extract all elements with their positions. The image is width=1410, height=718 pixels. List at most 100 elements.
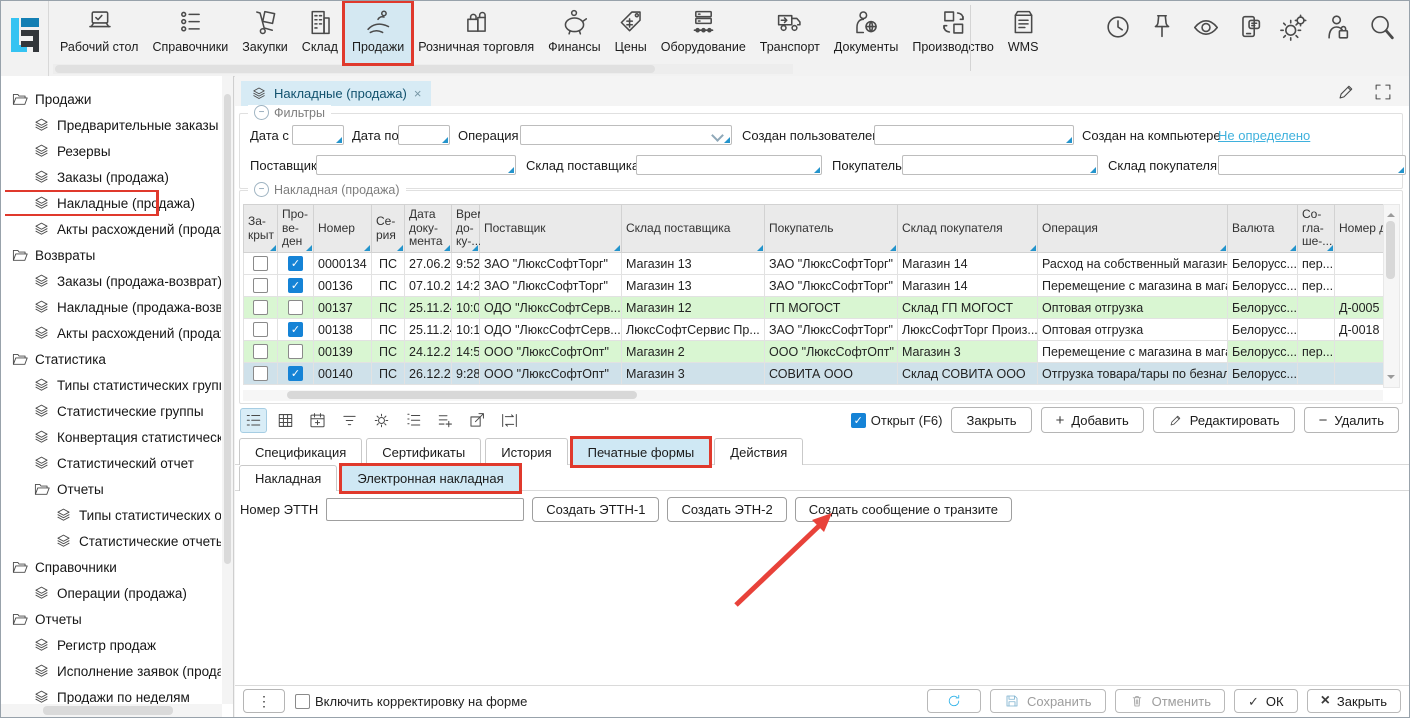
cell-time[interactable]: 9:52 <box>452 253 480 275</box>
sidebar-item[interactable]: Возвраты <box>5 242 221 268</box>
cell-time[interactable]: 14:26 <box>452 275 480 297</box>
cell-supplier-store[interactable]: Магазин 2 <box>622 341 765 363</box>
sidebar-item[interactable]: Продажи по неделям <box>5 684 221 704</box>
buyer-input[interactable] <box>902 155 1098 175</box>
sidebar-item[interactable]: Накладные (продажа) <box>5 190 221 216</box>
cell-time[interactable]: 10:03 <box>452 297 480 319</box>
cell-buyer-store[interactable]: Магазин 14 <box>898 253 1038 275</box>
sidebar-item[interactable]: Регистр продаж <box>5 632 221 658</box>
create-transit-message-button[interactable]: Создать сообщение о транзите <box>795 497 1012 522</box>
cell-contract-number[interactable] <box>1335 341 1384 363</box>
column-header[interactable]: Склад покупателя <box>898 205 1038 253</box>
scroll-down-icon[interactable] <box>1387 375 1395 383</box>
edit-pencil-icon[interactable] <box>1336 82 1356 102</box>
table-row[interactable]: 0000134 ПС 27.06.24 9:52 ЗАО "ЛюксСофтТо… <box>244 253 1384 275</box>
posted-checkbox[interactable] <box>288 300 303 315</box>
clock-icon[interactable] <box>1103 12 1133 42</box>
table-horizontal-scrollbar[interactable] <box>243 390 1383 401</box>
cell-currency[interactable]: Белорусс... <box>1228 253 1298 275</box>
cell-series[interactable]: ПС <box>372 253 405 275</box>
sidebar-item[interactable]: Типы статистических групп <box>5 372 221 398</box>
column-header[interactable]: Покупатель <box>765 205 898 253</box>
cell-agreement[interactable]: пер... <box>1298 275 1335 297</box>
cell-series[interactable]: ПС <box>372 341 405 363</box>
ribbon-scrollbar[interactable] <box>53 64 793 74</box>
save-button[interactable]: Сохранить <box>990 689 1106 713</box>
collapse-icon[interactable] <box>254 105 269 120</box>
sidebar-item[interactable]: Статистический отчет <box>5 450 221 476</box>
refresh-button[interactable] <box>927 689 981 713</box>
cell-buyer-store[interactable]: Склад ГП МОГОСТ <box>898 297 1038 319</box>
sidebar-item[interactable]: Продажи <box>5 86 221 112</box>
ribbon-tab-production[interactable]: Производство <box>905 3 1001 63</box>
posted-checkbox[interactable] <box>288 322 303 337</box>
cell-buyer-store[interactable]: Склад СОВИТА ООО <box>898 363 1038 385</box>
sidebar-item[interactable]: Статистические отчеты <box>5 528 221 554</box>
cell-operation[interactable]: Перемещение с магазина в мага... <box>1038 341 1228 363</box>
cell-number[interactable]: 00139 <box>314 341 372 363</box>
cell-agreement[interactable] <box>1298 297 1335 319</box>
cell-operation[interactable]: Оптовая отгрузка <box>1038 319 1228 341</box>
cell-agreement[interactable]: пер... <box>1298 253 1335 275</box>
cell-supplier[interactable]: ООО "ЛюксСофтОпт" <box>480 363 622 385</box>
settings-icon[interactable] <box>368 408 395 433</box>
ribbon-tab-prices[interactable]: Цены <box>608 3 654 63</box>
edit-button[interactable]: Редактировать <box>1153 407 1295 433</box>
column-header[interactable]: Со- гла- ше-... <box>1298 205 1335 253</box>
column-header[interactable]: Про- ве- ден <box>278 205 314 253</box>
numbered-list-icon[interactable] <box>400 408 427 433</box>
column-header[interactable]: Склад поставщика <box>622 205 765 253</box>
cell-currency[interactable]: Белорусс... <box>1228 341 1298 363</box>
print-subtab[interactable]: Накладная <box>239 465 337 491</box>
cell-buyer[interactable]: СОВИТА ООО <box>765 363 898 385</box>
close-form-button[interactable]: Закрыть <box>1307 689 1401 713</box>
sidebar-item[interactable]: Накладные (продажа-возврат) <box>5 294 221 320</box>
closed-checkbox[interactable] <box>253 300 268 315</box>
column-header[interactable]: Поставщик <box>480 205 622 253</box>
ribbon-tab-finance[interactable]: Финансы <box>541 3 607 63</box>
app-logo-icon[interactable] <box>8 15 44 57</box>
cell-number[interactable]: 00140 <box>314 363 372 385</box>
cell-supplier-store[interactable]: Магазин 3 <box>622 363 765 385</box>
sidebar-item[interactable]: Отчеты <box>5 476 221 502</box>
cell-supplier-store[interactable]: ЛюксСофтСервис Пр... <box>622 319 765 341</box>
cell-buyer-store[interactable]: Магазин 3 <box>898 341 1038 363</box>
document-tab-invoices[interactable]: Накладные (продажа) <box>241 81 431 106</box>
column-header[interactable]: Врем до- ку-... <box>452 205 480 253</box>
ok-button[interactable]: ОК <box>1234 689 1298 713</box>
ribbon-tab-transport[interactable]: Транспорт <box>753 3 827 63</box>
closed-checkbox[interactable] <box>253 256 268 271</box>
scrollbar-thumb[interactable] <box>43 706 173 715</box>
cell-buyer[interactable]: ГП МОГОСТ <box>765 297 898 319</box>
column-header[interactable]: Се- рия <box>372 205 405 253</box>
open-in-window-icon[interactable] <box>464 408 491 433</box>
created-on-link[interactable]: Не определено <box>1218 125 1310 147</box>
table-vertical-scrollbar[interactable] <box>1383 204 1400 388</box>
sidebar-item[interactable]: Акты расхождений (продажа-возврат) <box>5 320 221 346</box>
detail-tab[interactable]: Сертификаты <box>366 438 481 465</box>
scrollbar-thumb[interactable] <box>287 391 637 399</box>
close-icon[interactable] <box>414 86 422 101</box>
cell-date[interactable]: 26.12.24 <box>405 363 452 385</box>
list-view-icon[interactable] <box>240 408 267 433</box>
open-f6-checkbox[interactable]: Открыт (F6) <box>851 413 943 428</box>
cell-contract-number[interactable] <box>1335 275 1384 297</box>
posted-checkbox[interactable] <box>288 278 303 293</box>
cell-date[interactable]: 25.11.24 <box>405 297 452 319</box>
sidebar-item[interactable]: Операции (продажа) <box>5 580 221 606</box>
cell-series[interactable]: ПС <box>372 297 405 319</box>
cell-agreement[interactable] <box>1298 363 1335 385</box>
operation-select[interactable] <box>520 125 732 145</box>
table-row[interactable]: 00140 ПС 26.12.24 9:28 ООО "ЛюксСофтОпт"… <box>244 363 1384 385</box>
cell-supplier[interactable]: ОДО "ЛюксСофтСерв... <box>480 297 622 319</box>
cell-buyer-store[interactable]: Магазин 14 <box>898 275 1038 297</box>
sidebar-vertical-scrollbar[interactable] <box>222 76 233 704</box>
detail-tab[interactable]: История <box>485 438 567 465</box>
detail-tab[interactable]: Печатные формы <box>572 438 711 465</box>
cell-date[interactable]: 07.10.24 <box>405 275 452 297</box>
cell-contract-number[interactable]: Д-0018 <box>1335 319 1384 341</box>
table-row[interactable]: 00139 ПС 24.12.24 14:56 ООО "ЛюксСофтОпт… <box>244 341 1384 363</box>
cell-supplier-store[interactable]: Магазин 13 <box>622 275 765 297</box>
create-etn2-button[interactable]: Создать ЭТН-2 <box>667 497 786 522</box>
sidebar-item[interactable]: Статистика <box>5 346 221 372</box>
